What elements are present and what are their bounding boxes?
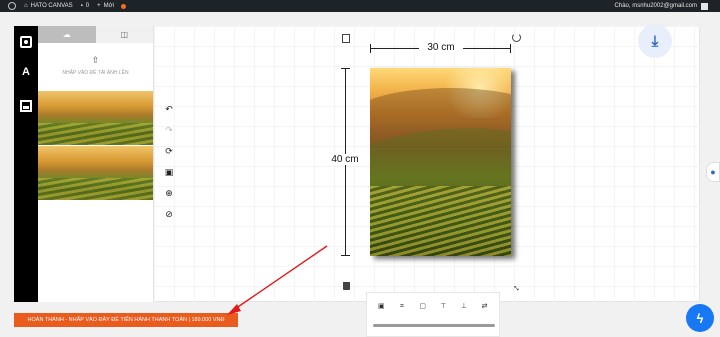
- vertical-toolbar: ↶ ↷ ⟳ ▣ ⊕ ⊘: [160, 103, 178, 221]
- upload-arrow-icon: ⇧: [91, 55, 100, 65]
- swap-icon[interactable]: ⇄: [479, 301, 491, 313]
- align-top-icon[interactable]: ⊤: [437, 301, 449, 313]
- redo-icon[interactable]: ↷: [162, 124, 176, 137]
- image-fit-icon[interactable]: ▣: [375, 301, 387, 313]
- messenger-icon: ϟ: [696, 310, 704, 326]
- image-thumbnail[interactable]: [38, 91, 153, 145]
- frame-icon[interactable]: ▢: [417, 301, 429, 313]
- greeting: Chào, msnhu2002@gmail.com: [614, 3, 697, 9]
- trash-icon[interactable]: [343, 282, 350, 290]
- wordpress-icon: [8, 2, 16, 10]
- image-panel: ☁ ◫ ⇧ NHẤP VÀO ĐỂ TẢI ẢNH LÊN: [38, 26, 154, 302]
- drop-icon: ●: [710, 167, 716, 177]
- finish-checkout-button[interactable]: HOÀN THÀNH - NHẤP VÀO ĐÂY ĐỂ TIẾN HÀNH T…: [14, 313, 238, 327]
- tool-strip: A: [14, 26, 38, 302]
- rotate-icon[interactable]: [512, 33, 521, 42]
- crop-icon[interactable]: ⌗: [396, 301, 408, 313]
- tab-cloud-upload[interactable]: ☁: [38, 26, 96, 43]
- align-bottom-icon[interactable]: ⊥: [458, 301, 470, 313]
- width-dimension-label: 30 cm: [419, 42, 463, 53]
- camera-icon[interactable]: [20, 36, 32, 48]
- text-tool-icon[interactable]: A: [20, 66, 32, 78]
- zoom-fit-icon[interactable]: ▣: [162, 166, 176, 179]
- site-title: HATO CANVAS: [30, 3, 73, 9]
- bottom-toolbar: ▣ ⌗ ▢ ⊤ ⊥ ⇄: [366, 292, 500, 337]
- comments-link[interactable]: ▪ 0: [81, 3, 89, 9]
- upload-area[interactable]: ⇧ NHẤP VÀO ĐỂ TẢI ẢNH LÊN: [38, 43, 153, 91]
- comments-count: 0: [85, 3, 90, 9]
- upload-hint: NHẤP VÀO ĐỂ TẢI ẢNH LÊN: [62, 70, 129, 76]
- download-icon: ⤓: [651, 32, 659, 50]
- slider-track[interactable]: [373, 324, 495, 327]
- panel-tabs: ☁ ◫: [38, 26, 153, 43]
- disable-icon[interactable]: ⊘: [162, 208, 176, 221]
- image-thumbnail[interactable]: [38, 146, 153, 200]
- refresh-icon[interactable]: ⟳: [162, 145, 176, 158]
- side-drop-tab[interactable]: ●: [706, 162, 720, 182]
- height-dimension-label: 40 cm: [327, 154, 363, 165]
- cloud-upload-icon: ☁: [62, 30, 71, 39]
- status-dot-icon: [120, 3, 126, 9]
- zoom-in-icon[interactable]: ⊕: [162, 187, 176, 200]
- avatar: [701, 2, 708, 10]
- download-button[interactable]: ⤓: [638, 24, 672, 58]
- instagram-icon: ◫: [120, 30, 129, 39]
- wordpress-logo[interactable]: [8, 2, 16, 10]
- canvas-photo[interactable]: [370, 68, 511, 256]
- plus-icon: +: [97, 3, 101, 9]
- admin-bar: ⌂ HATO CANVAS ▪ 0 + Mới Chào, msnhu2002@gma…: [0, 0, 720, 12]
- tab-instagram[interactable]: ◫: [95, 26, 153, 43]
- undo-icon[interactable]: ↶: [162, 103, 176, 116]
- site-title-link[interactable]: ⌂ HATO CANVAS: [24, 3, 73, 9]
- comment-icon: ▪: [80, 3, 83, 9]
- new-content-link[interactable]: + Mới: [97, 3, 126, 9]
- account-link[interactable]: Chào, msnhu2002@gmail.com: [614, 2, 708, 10]
- copy-icon[interactable]: [342, 34, 350, 43]
- messenger-chat-button[interactable]: ϟ: [686, 304, 714, 332]
- gallery-icon[interactable]: [20, 100, 32, 112]
- new-label: Mới: [103, 3, 114, 9]
- home-icon: ⌂: [24, 3, 28, 9]
